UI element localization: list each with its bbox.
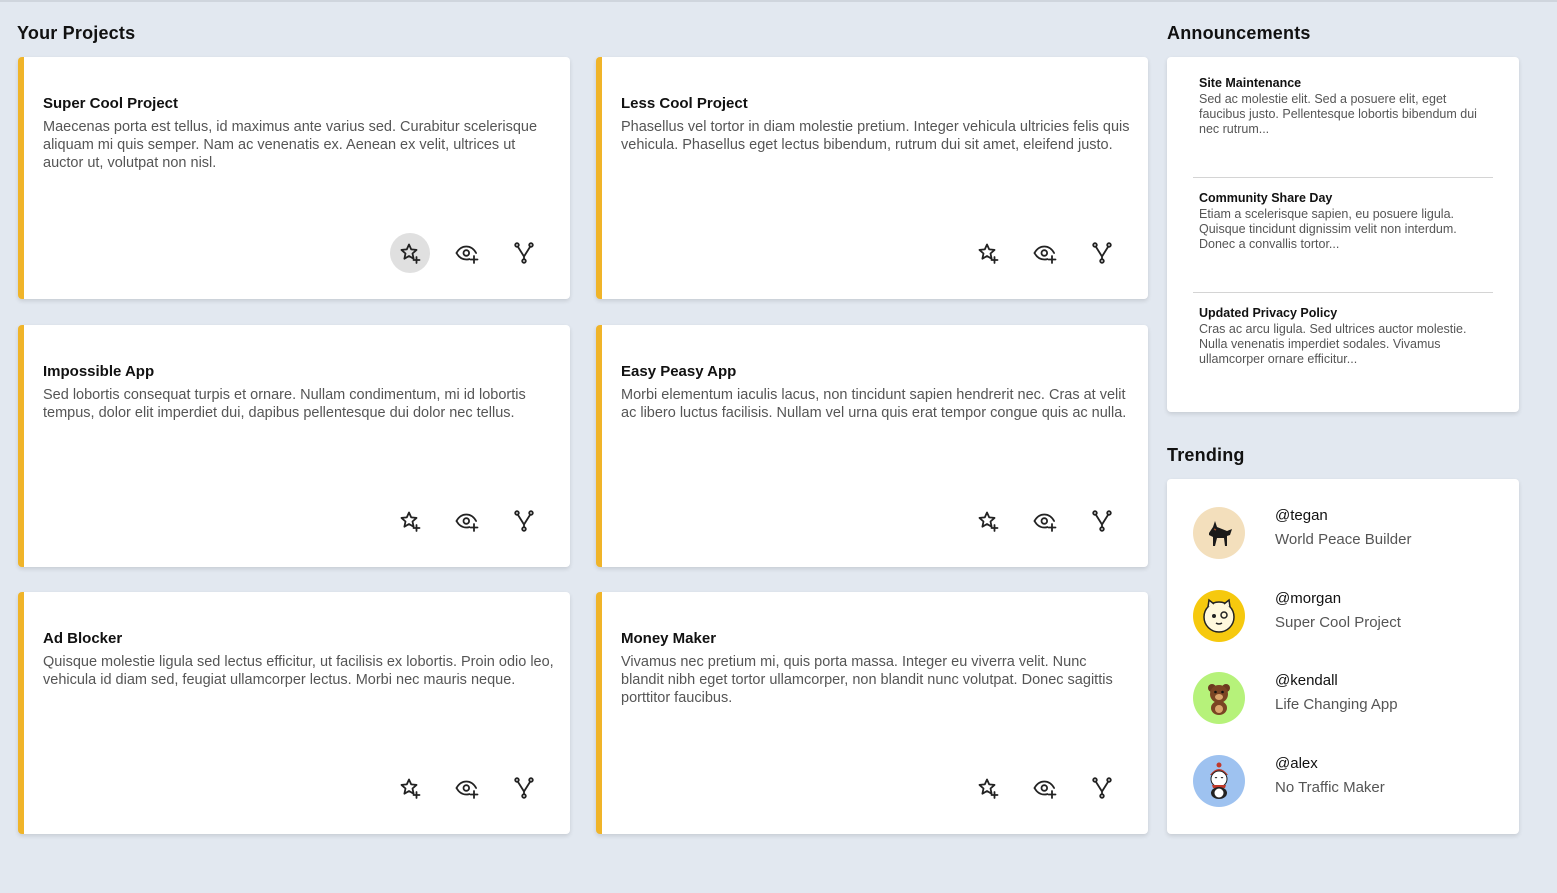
eye-plus-icon bbox=[1033, 780, 1057, 799]
announcement-title: Updated Privacy Policy bbox=[1199, 306, 1338, 320]
announcement-body: Cras ac arcu ligula. Sed ultrices auctor… bbox=[1199, 322, 1467, 366]
fork-icon bbox=[1092, 777, 1112, 799]
project-actions bbox=[390, 233, 544, 273]
project-title: Ad Blocker bbox=[43, 630, 123, 647]
watch-button[interactable] bbox=[447, 501, 487, 541]
project-description: Morbi elementum iaculis lacus, non tinci… bbox=[621, 387, 1127, 421]
eye-plus-icon bbox=[1033, 245, 1057, 264]
announcement-body: Sed ac molestie elit. Sed a posuere elit… bbox=[1199, 92, 1477, 136]
project-card[interactable]: Ad Blocker Quisque molestie ligula sed l… bbox=[18, 592, 570, 834]
trending-project[interactable]: No Traffic Maker bbox=[1275, 779, 1385, 796]
fork-icon bbox=[1092, 510, 1112, 532]
trending-item[interactable]: @kendall Life Changing App bbox=[1193, 672, 1493, 724]
avatar[interactable] bbox=[1193, 672, 1245, 724]
trending-project[interactable]: World Peace Builder bbox=[1275, 531, 1411, 548]
dog-icon bbox=[1209, 521, 1232, 546]
project-actions bbox=[968, 501, 1122, 541]
project-actions bbox=[390, 501, 544, 541]
star-button[interactable] bbox=[968, 768, 1008, 808]
project-actions bbox=[968, 768, 1122, 808]
eye-plus-icon bbox=[455, 513, 479, 532]
avatar[interactable] bbox=[1193, 507, 1245, 559]
project-title: Impossible App bbox=[43, 363, 155, 380]
fork-icon bbox=[514, 510, 534, 532]
star-plus-icon bbox=[400, 243, 421, 264]
project-card[interactable]: Super Cool Project Maecenas porta est te… bbox=[18, 57, 570, 299]
fork-button[interactable] bbox=[504, 501, 544, 541]
penguin-icon bbox=[1210, 762, 1228, 799]
project-title: Money Maker bbox=[621, 630, 717, 647]
fork-icon bbox=[514, 777, 534, 799]
watch-button[interactable] bbox=[447, 768, 487, 808]
projects-title: Your Projects bbox=[17, 23, 136, 43]
cat-icon bbox=[1203, 598, 1235, 633]
watch-button[interactable] bbox=[447, 233, 487, 273]
fork-button[interactable] bbox=[1082, 233, 1122, 273]
announcement-divider bbox=[1193, 292, 1493, 293]
fork-button[interactable] bbox=[1082, 501, 1122, 541]
top-border bbox=[0, 0, 1557, 2]
star-button[interactable] bbox=[968, 501, 1008, 541]
project-description: Vivamus nec pretium mi, quis porta massa… bbox=[621, 654, 1113, 706]
star-button[interactable] bbox=[968, 233, 1008, 273]
watch-button[interactable] bbox=[1025, 501, 1065, 541]
watch-button[interactable] bbox=[1025, 233, 1065, 273]
eye-plus-icon bbox=[1033, 513, 1057, 532]
trending-title: Trending bbox=[1167, 445, 1245, 465]
announcement-title: Community Share Day bbox=[1199, 191, 1333, 205]
avatar[interactable] bbox=[1193, 755, 1245, 807]
star-button[interactable] bbox=[390, 501, 430, 541]
project-card[interactable]: Impossible App Sed lobortis consequat tu… bbox=[18, 325, 570, 567]
fork-icon bbox=[514, 242, 534, 264]
announcement-title: Site Maintenance bbox=[1199, 76, 1302, 90]
fork-icon bbox=[1092, 242, 1112, 264]
project-title: Super Cool Project bbox=[43, 95, 179, 112]
project-card[interactable]: Less Cool Project Phasellus vel tortor i… bbox=[596, 57, 1148, 299]
bear-icon bbox=[1208, 684, 1230, 715]
trending-handle[interactable]: @alex bbox=[1275, 755, 1318, 772]
trending-panel: @tegan World Peace Builder @morgan Super… bbox=[1167, 479, 1519, 834]
announcements-panel: Site Maintenance Sed ac molestie elit. S… bbox=[1167, 57, 1519, 412]
project-card[interactable]: Easy Peasy App Morbi elementum iaculis l… bbox=[596, 325, 1148, 567]
announcement-item[interactable]: Updated Privacy Policy Cras ac arcu ligu… bbox=[1199, 306, 1493, 367]
trending-handle[interactable]: @morgan bbox=[1275, 590, 1341, 607]
project-card[interactable]: Money Maker Vivamus nec pretium mi, quis… bbox=[596, 592, 1148, 834]
trending-item[interactable]: @tegan World Peace Builder bbox=[1193, 507, 1493, 559]
star-plus-icon bbox=[978, 511, 999, 532]
announcement-body: Etiam a scelerisque sapien, eu posuere l… bbox=[1199, 207, 1457, 251]
trending-project[interactable]: Life Changing App bbox=[1275, 696, 1398, 713]
star-plus-icon bbox=[978, 778, 999, 799]
trending-handle[interactable]: @tegan bbox=[1275, 507, 1328, 524]
announcement-item[interactable]: Community Share Day Etiam a scelerisque … bbox=[1199, 191, 1493, 252]
project-actions bbox=[968, 233, 1122, 273]
watch-button[interactable] bbox=[1025, 768, 1065, 808]
trending-project[interactable]: Super Cool Project bbox=[1275, 614, 1401, 631]
announcement-item[interactable]: Site Maintenance Sed ac molestie elit. S… bbox=[1199, 76, 1493, 137]
project-description: Sed lobortis consequat turpis et ornare.… bbox=[43, 387, 526, 421]
trending-item[interactable]: @alex No Traffic Maker bbox=[1193, 755, 1493, 807]
announcements-title: Announcements bbox=[1167, 23, 1311, 43]
announcement-divider bbox=[1193, 177, 1493, 178]
project-actions bbox=[390, 768, 544, 808]
trending-handle[interactable]: @kendall bbox=[1275, 672, 1338, 689]
star-plus-icon bbox=[978, 243, 999, 264]
star-plus-icon bbox=[400, 511, 421, 532]
fork-button[interactable] bbox=[1082, 768, 1122, 808]
star-button[interactable] bbox=[390, 233, 430, 273]
eye-plus-icon bbox=[455, 780, 479, 799]
star-plus-icon bbox=[400, 778, 421, 799]
trending-item[interactable]: @morgan Super Cool Project bbox=[1193, 590, 1493, 642]
project-description: Phasellus vel tortor in diam molestie pr… bbox=[621, 119, 1130, 153]
fork-button[interactable] bbox=[504, 233, 544, 273]
project-description: Quisque molestie ligula sed lectus effic… bbox=[43, 654, 554, 688]
star-button[interactable] bbox=[390, 768, 430, 808]
project-description: Maecenas porta est tellus, id maximus an… bbox=[43, 119, 538, 171]
eye-plus-icon bbox=[455, 245, 479, 264]
fork-button[interactable] bbox=[504, 768, 544, 808]
project-title: Easy Peasy App bbox=[621, 363, 737, 380]
project-title: Less Cool Project bbox=[621, 95, 748, 112]
avatar[interactable] bbox=[1193, 590, 1245, 642]
